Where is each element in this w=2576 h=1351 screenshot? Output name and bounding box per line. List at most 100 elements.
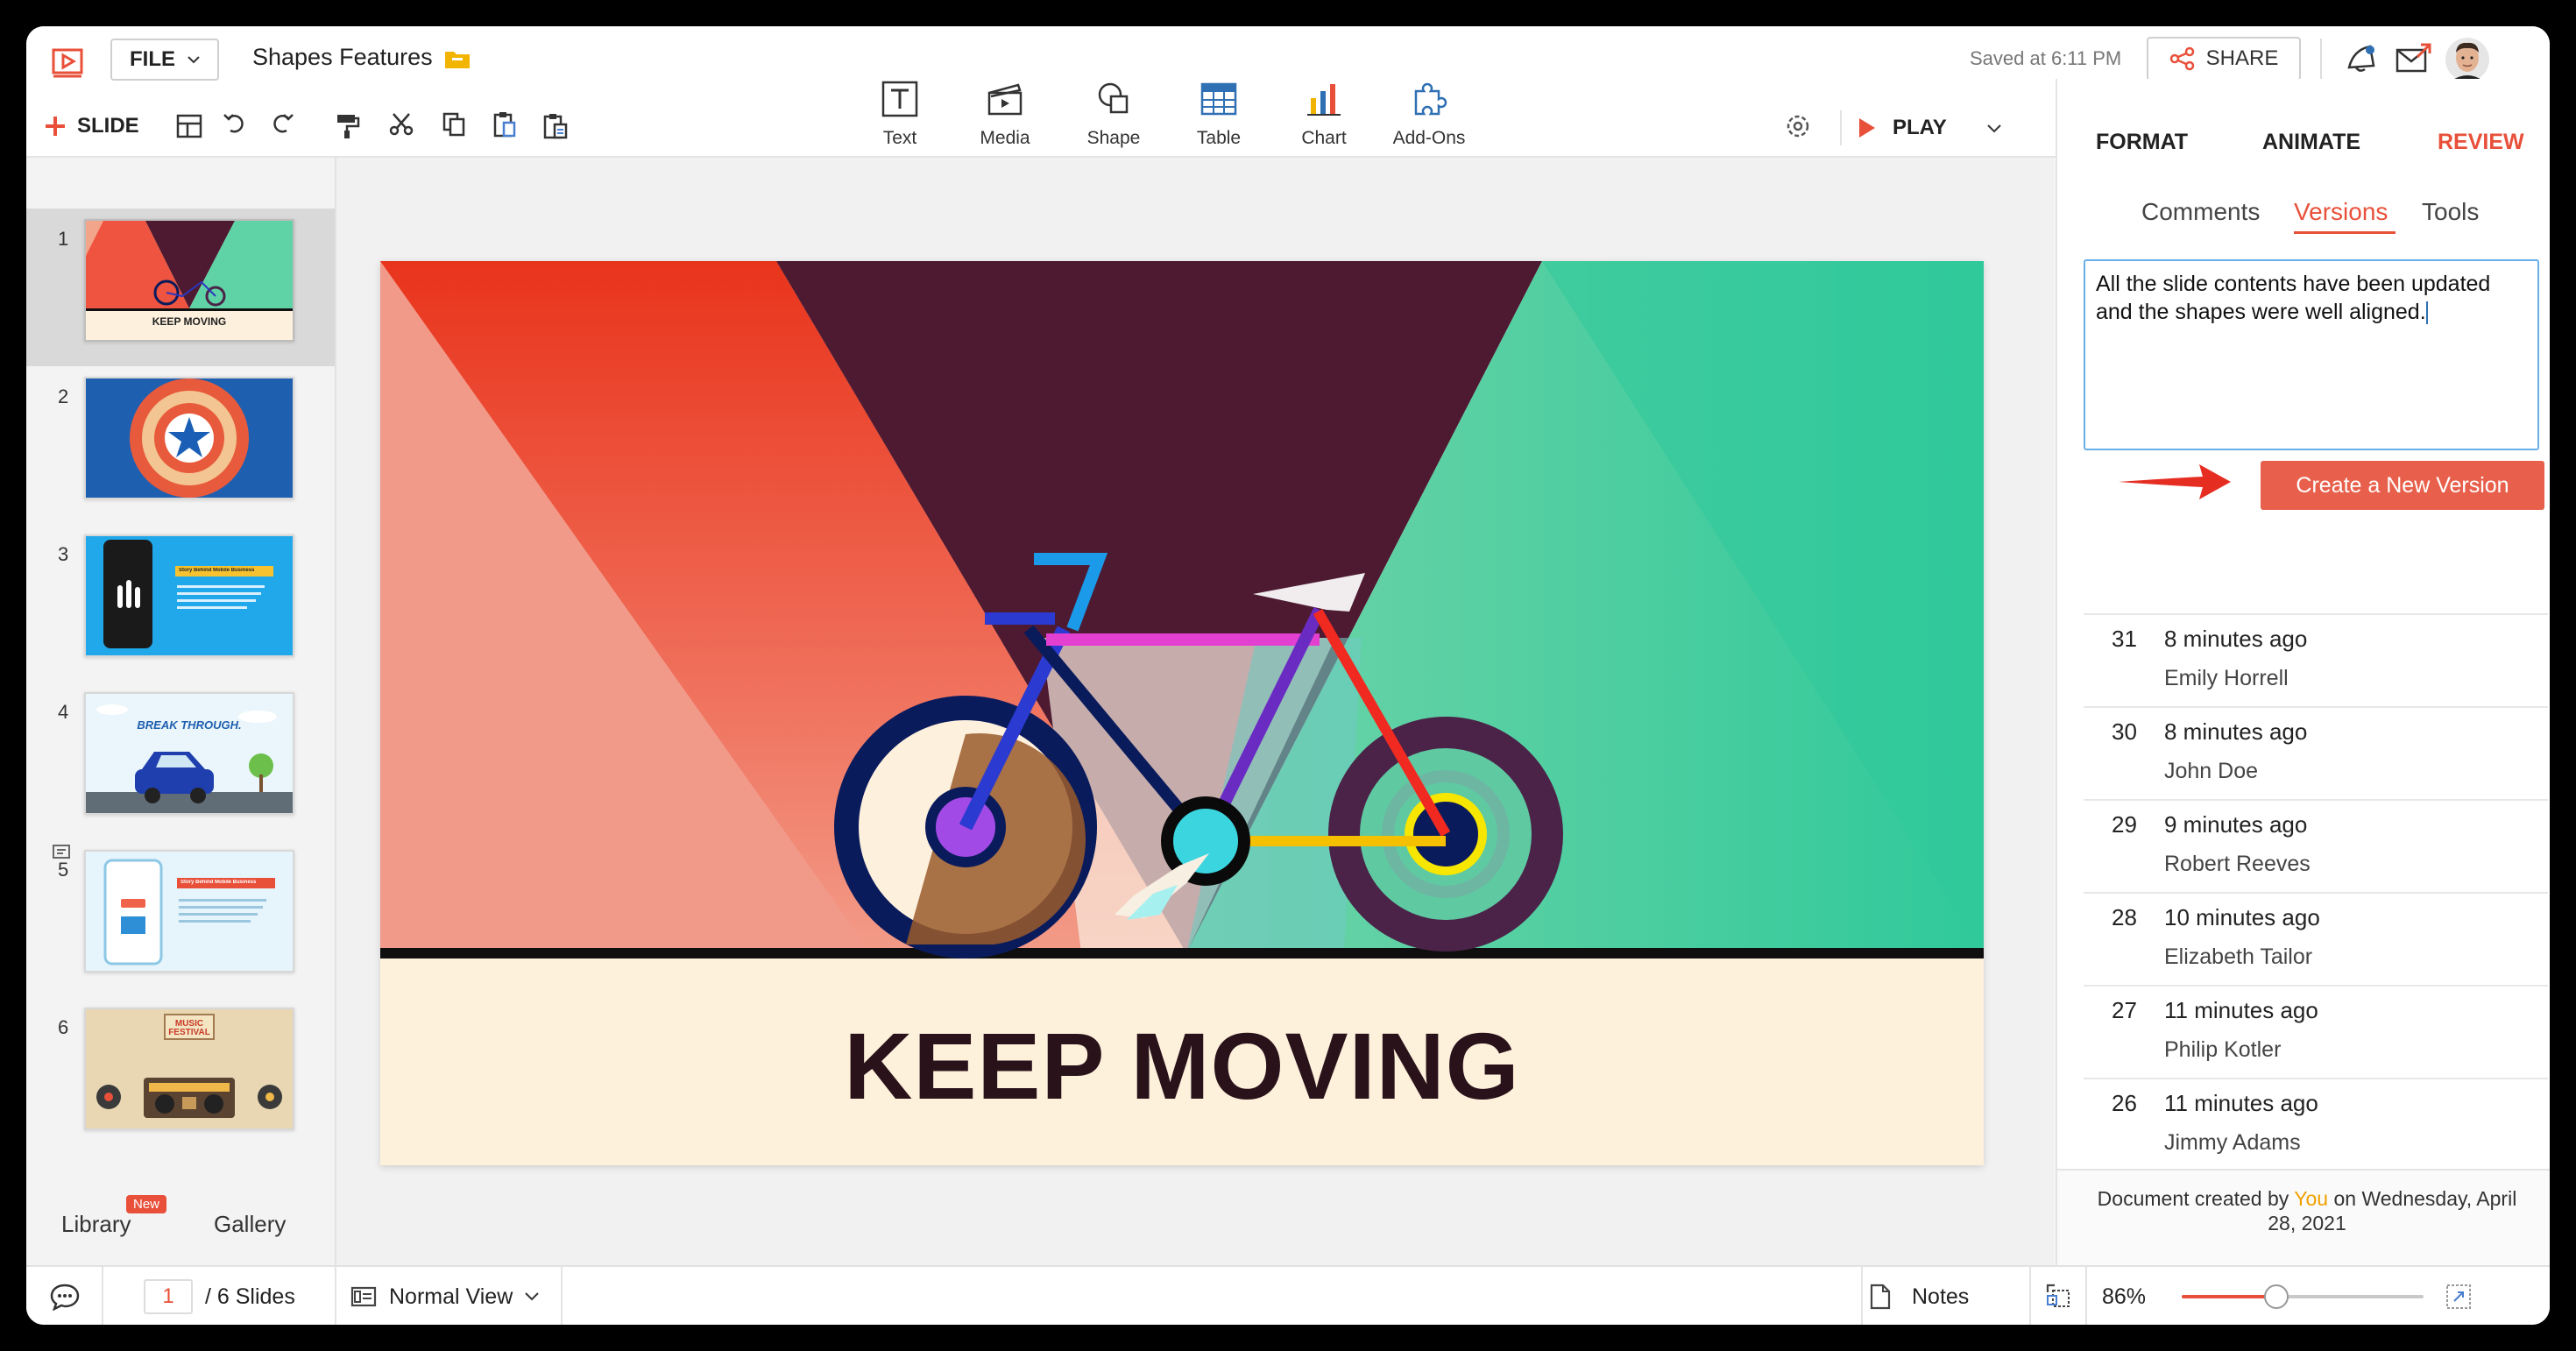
undo-icon[interactable]	[217, 103, 252, 142]
library-tab[interactable]: Library New	[61, 1195, 184, 1246]
add-slide-button[interactable]: SLIDE	[44, 107, 139, 145]
insert-shape-label: Shape	[1086, 128, 1141, 148]
slide-thumbnails-panel: 1 KEEP MOVING 2 3 Story Behind Mobile Bu…	[26, 158, 336, 1265]
thumb-title: Story Behind Mobile Business	[180, 880, 257, 885]
slide-number: 5	[58, 859, 69, 881]
version-number: 30	[2112, 718, 2137, 745]
insert-text-label: Text	[882, 128, 917, 148]
play-button[interactable]: PLAY	[1858, 109, 1947, 147]
tab-review[interactable]: REVIEW	[2438, 130, 2524, 155]
create-new-version-button[interactable]: Create a New Version	[2261, 461, 2544, 510]
gallery-tab[interactable]: Gallery	[214, 1211, 286, 1238]
chat-icon[interactable]	[46, 1279, 84, 1314]
mail-icon[interactable]	[2390, 37, 2436, 81]
arrow-pointer-icon	[2115, 456, 2234, 508]
version-item[interactable]: 27 11 minutes ago Philip Kotler	[2084, 985, 2548, 1079]
settings-icon[interactable]	[1779, 107, 1817, 145]
view-mode-dropdown[interactable]: Normal View	[350, 1277, 539, 1316]
text-icon	[881, 81, 918, 117]
zoom-level[interactable]: 86%	[2071, 1284, 2176, 1310]
version-item[interactable]: 28 10 minutes ago Elizabeth Tailor	[2084, 892, 2548, 987]
slide-thumbnail-2[interactable]: 2	[26, 366, 335, 524]
created-info: Document created by You on Wednesday, Ap…	[2084, 1186, 2530, 1235]
document-title[interactable]: Shapes Features	[252, 44, 433, 71]
tab-animate[interactable]: ANIMATE	[2262, 130, 2360, 155]
present-feed-icon[interactable]	[2339, 37, 2383, 81]
version-author: Robert Reeves	[2164, 852, 2311, 876]
redo-icon[interactable]	[265, 103, 300, 142]
insert-chart-label: Chart	[1301, 128, 1347, 148]
version-time: 10 minutes ago	[2164, 904, 2320, 930]
play-icon	[1859, 118, 1875, 138]
insert-media-label: Media	[980, 128, 1030, 148]
version-time: 8 minutes ago	[2164, 626, 2308, 652]
slide-thumbnail-1[interactable]: 1 KEEP MOVING	[26, 209, 335, 366]
version-item[interactable]: 31 8 minutes ago Emily Horrell	[2084, 613, 2548, 708]
version-item[interactable]: 29 9 minutes ago Robert Reeves	[2084, 799, 2548, 894]
current-slide[interactable]: KEEP MOVING	[380, 261, 1984, 1165]
share-label: SHARE	[2205, 46, 2279, 70]
version-author: Philip Kotler	[2164, 1037, 2282, 1062]
slide-number: 4	[58, 701, 69, 723]
divider	[2320, 39, 2322, 81]
cut-icon[interactable]	[384, 105, 419, 144]
text-cursor	[2425, 301, 2428, 325]
share-button[interactable]: SHARE	[2147, 37, 2301, 81]
notes-toggle[interactable]: Notes	[1870, 1277, 1969, 1316]
slide-number: 6	[58, 1016, 69, 1038]
file-menu-label: FILE	[130, 47, 175, 71]
slide-canvas-area: KEEP MOVING	[336, 158, 2054, 1265]
version-author: Elizabeth Tailor	[2164, 944, 2313, 969]
app-logo-icon[interactable]	[47, 42, 88, 82]
zoom-slider[interactable]	[2182, 1284, 2424, 1309]
version-note-text: All the slide contents have been updated…	[2096, 272, 2491, 324]
version-number: 27	[2112, 997, 2137, 1023]
version-number: 26	[2112, 1090, 2137, 1116]
version-note-textarea[interactable]: All the slide contents have been updated…	[2084, 259, 2539, 450]
subtab-comments[interactable]: Comments	[2141, 198, 2260, 226]
notes-icon	[1870, 1284, 1891, 1310]
slide-preview: KEEP MOVING	[84, 219, 294, 342]
format-painter-icon[interactable]	[329, 107, 364, 145]
subtab-versions[interactable]: Versions	[2294, 198, 2388, 226]
slide-thumbnail-6[interactable]: 6 MUSIC FESTIVAL	[26, 997, 335, 1155]
total-slides: / 6 Slides	[205, 1284, 295, 1309]
file-menu-button[interactable]: FILE	[110, 39, 219, 81]
version-item[interactable]: 30 8 minutes ago John Doe	[2084, 706, 2548, 801]
version-item[interactable]: 26 11 minutes ago Jimmy Adams	[2084, 1078, 2548, 1172]
play-options-chevron-icon[interactable]	[1982, 116, 2006, 142]
copy-icon[interactable]	[436, 105, 471, 144]
paste-icon[interactable]	[487, 105, 522, 144]
slide-thumbnail-4[interactable]: 4 BREAK THROUGH.	[26, 682, 335, 839]
shape-icon	[1098, 82, 1129, 114]
plus-icon	[46, 117, 65, 136]
table-icon	[1200, 82, 1237, 116]
version-time: 8 minutes ago	[2164, 718, 2308, 745]
slide-number: 1	[58, 228, 69, 250]
subtab-tools[interactable]: Tools	[2422, 198, 2479, 226]
version-number: 29	[2112, 811, 2137, 838]
version-time: 11 minutes ago	[2164, 997, 2318, 1023]
fullscreen-icon[interactable]	[2441, 1279, 2476, 1314]
slide-title[interactable]: KEEP MOVING	[380, 1011, 1984, 1121]
chart-icon	[1307, 84, 1341, 116]
layout-icon[interactable]	[170, 107, 209, 145]
tab-format[interactable]: FORMAT	[2096, 130, 2188, 155]
slide-preview: Story Behind Mobile Business	[84, 534, 294, 657]
avatar[interactable]	[2443, 35, 2492, 84]
slide-preview: MUSIC FESTIVAL	[84, 1008, 294, 1130]
slide-preview: BREAK THROUGH.	[84, 692, 294, 815]
divider	[1861, 1267, 1863, 1325]
review-panel: FORMAT ANIMATE REVIEW Comments Versions …	[2056, 79, 2550, 1265]
divider	[1840, 110, 1842, 145]
slide-number-input[interactable]: 1	[144, 1279, 193, 1314]
slide-thumbnail-5[interactable]: 5 Story Behind Mobile Business	[26, 839, 335, 997]
add-slide-label: SLIDE	[77, 114, 139, 138]
slide-thumbnail-3[interactable]: 3 Story Behind Mobile Business	[26, 524, 335, 682]
zoom-slider-fill	[2182, 1295, 2276, 1298]
version-number: 28	[2112, 904, 2137, 930]
folder-icon[interactable]	[442, 44, 473, 74]
created-by-user[interactable]: You	[2294, 1187, 2328, 1210]
paste-special-icon[interactable]	[538, 107, 573, 145]
zoom-slider-thumb[interactable]	[2263, 1284, 2289, 1309]
